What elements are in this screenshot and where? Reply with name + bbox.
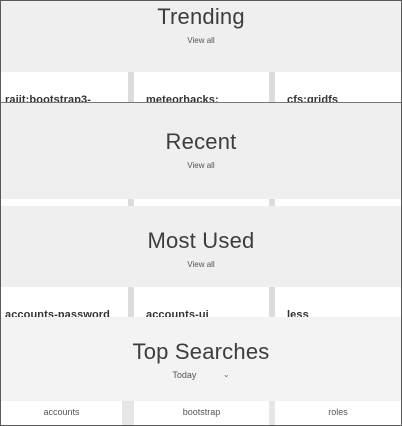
package-card[interactable]: rajit:bootstrap3- [1, 72, 128, 102]
search-term-label: roles [328, 407, 348, 417]
package-name: accounts-ui [146, 309, 209, 317]
package-name: meteorhacks: [146, 94, 219, 102]
search-term[interactable]: accounts [1, 401, 122, 425]
top-searches-title: Top Searches [132, 339, 270, 364]
trending-package-list: rajit:bootstrap3- meteorhacks: cfs:gridf… [1, 72, 401, 102]
trending-section-header: Trending View all [1, 1, 401, 72]
recent-package-list [1, 199, 401, 206]
search-term-label: bootstrap [182, 407, 221, 417]
packages-page: Trending View all rajit:bootstrap3- mete… [0, 0, 402, 426]
package-card[interactable]: meteorhacks: [134, 72, 269, 102]
trending-title: Trending [157, 4, 245, 29]
package-name: cfs:gridfs [287, 94, 339, 102]
package-card[interactable]: less [275, 287, 401, 317]
most-used-title: Most Used [147, 228, 255, 253]
chevron-down-icon: ⌄ [222, 370, 230, 379]
period-dropdown[interactable]: Today ⌄ [172, 370, 229, 380]
package-card[interactable]: cfs:gridfs [275, 72, 401, 102]
package-name: accounts-password [5, 309, 111, 317]
search-term[interactable]: roles [275, 401, 401, 425]
trending-view-all-link[interactable]: View all [187, 36, 214, 45]
package-card[interactable]: accounts-password [1, 287, 128, 317]
search-term-label: accounts [43, 407, 80, 417]
package-name: rajit:bootstrap3- [5, 94, 92, 102]
most-used-package-list: accounts-password accounts-ui less [1, 287, 401, 317]
recent-view-all-link[interactable]: View all [187, 161, 214, 170]
recent-section-header: Recent View all [1, 103, 401, 199]
most-used-view-all-link[interactable]: View all [187, 260, 214, 269]
most-used-section-header: Most Used View all [1, 206, 401, 287]
top-searches-section-header: Top Searches Today ⌄ [1, 317, 401, 401]
search-term[interactable]: bootstrap [134, 401, 269, 425]
package-card[interactable]: accounts-ui [134, 287, 269, 317]
package-card[interactable] [275, 199, 401, 206]
top-searches-list: accounts bootstrap roles [1, 401, 401, 425]
period-selected-value: Today [172, 370, 197, 380]
package-card[interactable] [134, 199, 269, 206]
package-card[interactable] [1, 199, 128, 206]
recent-title: Recent [165, 129, 237, 154]
package-name: less [287, 309, 309, 317]
